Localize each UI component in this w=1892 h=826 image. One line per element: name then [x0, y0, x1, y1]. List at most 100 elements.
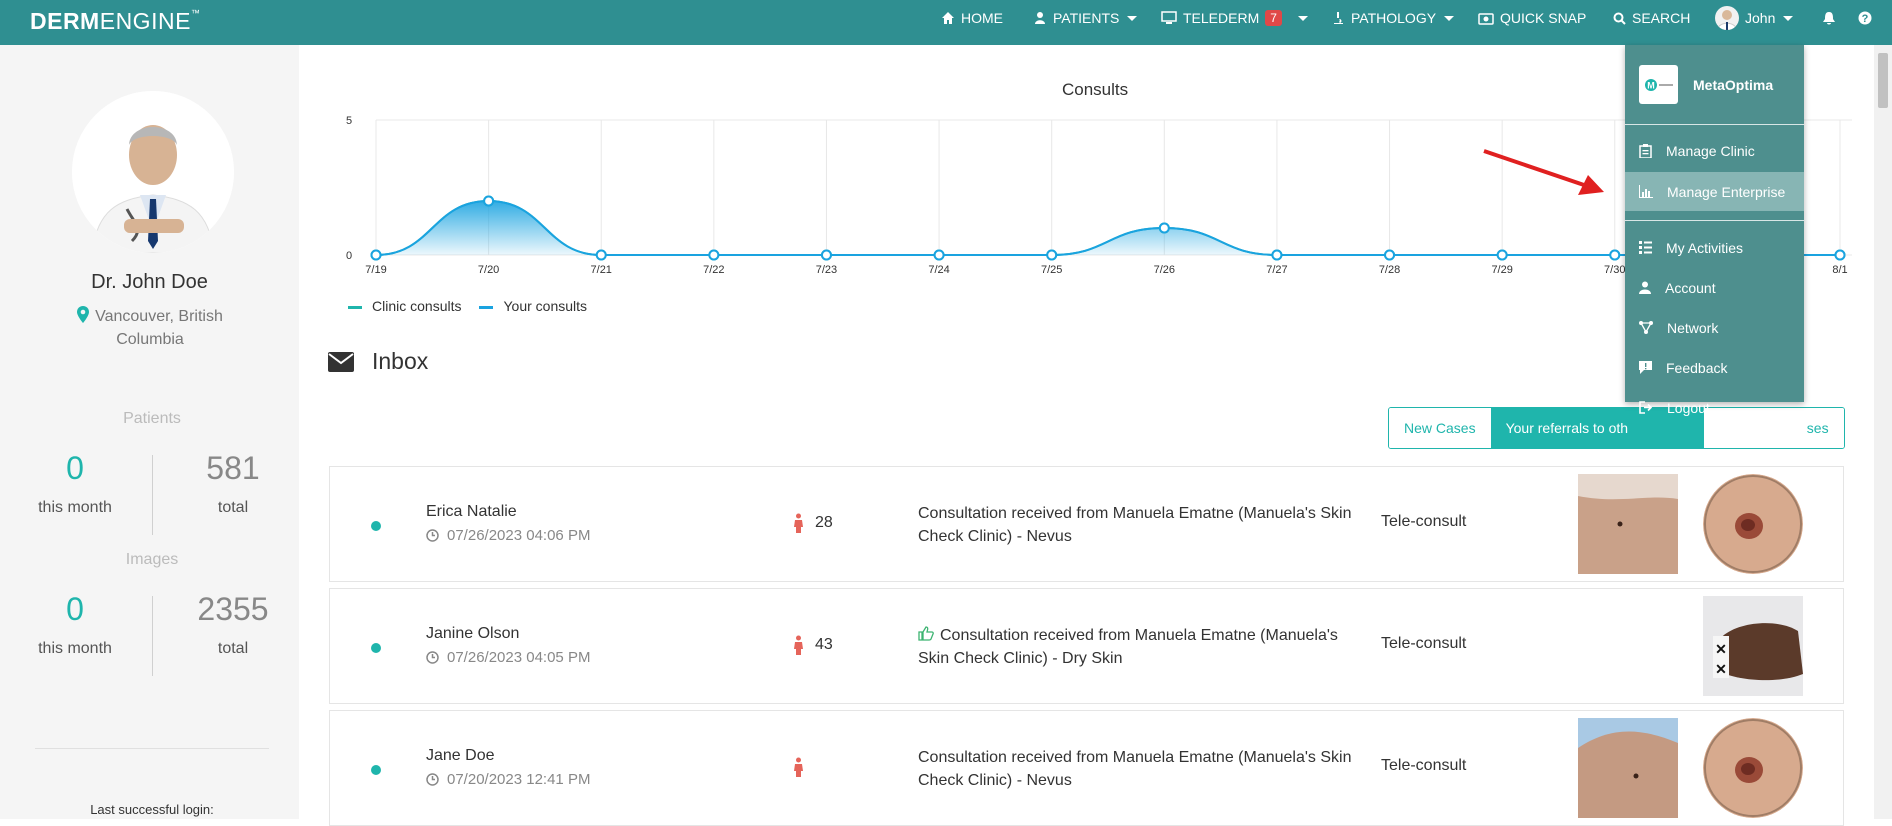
patient-name: Janine Olson	[426, 625, 520, 642]
bell-icon	[1823, 11, 1835, 24]
last-login-label: Last successful login:	[90, 802, 214, 817]
legend-your-consults[interactable]: Your consults	[479, 298, 587, 314]
user-icon	[1639, 281, 1651, 294]
unread-indicator	[371, 643, 381, 653]
data-point[interactable]	[1496, 249, 1508, 261]
nav-telederm[interactable]: TELEDERM 7	[1161, 0, 1308, 36]
clinical-image-thumbnail[interactable]	[1578, 718, 1678, 818]
table-row[interactable]: Janine Olson 07/26/2023 04:05 PM 43 Cons…	[329, 588, 1844, 704]
consult-description: Consultation received from Manuela Ematn…	[918, 626, 1338, 667]
chart-legend: Clinic consults Your consults	[348, 298, 587, 314]
case-date: 07/26/2023 04:06 PM	[426, 527, 590, 544]
patient-age	[794, 757, 815, 777]
menu-item-manage-enterprise[interactable]: Manage Enterprise	[1625, 172, 1804, 211]
data-point[interactable]	[708, 249, 720, 261]
scrollbar-thumb[interactable]	[1878, 53, 1888, 108]
top-navbar: DERMENGINE™ HOME PATIENTS TELEDERM 7 PAT…	[0, 0, 1892, 45]
tab-new-cases[interactable]: New Cases	[1389, 408, 1491, 448]
menu-item-network[interactable]: Network	[1625, 308, 1804, 347]
x-tick-label: 7/23	[816, 264, 837, 276]
nav-home[interactable]: HOME	[941, 0, 1003, 36]
chevron-down-icon	[1783, 15, 1794, 21]
x-tick-label: 7/26	[1154, 264, 1175, 276]
patients-this-month: 0 this month	[38, 450, 112, 516]
menu-item-manage-clinic[interactable]: Manage Clinic	[1625, 131, 1804, 170]
stat-divider	[152, 455, 153, 535]
logout-icon	[1639, 401, 1653, 414]
dermoscopy-image-thumbnail[interactable]	[1703, 474, 1803, 574]
dermengine-logo[interactable]: DERMENGINE™	[30, 8, 200, 35]
unread-indicator	[371, 521, 381, 531]
telederm-icon	[1161, 11, 1177, 24]
page-scrollbar[interactable]	[1874, 45, 1892, 819]
data-point[interactable]	[1834, 249, 1846, 261]
nav-patients[interactable]: PATIENTS	[1033, 0, 1138, 36]
map-pin-icon	[77, 306, 90, 323]
menu-item-my-activities[interactable]: My Activities	[1625, 228, 1804, 267]
clock-icon	[426, 651, 439, 664]
female-icon	[794, 757, 803, 777]
x-tick-label: 7/20	[478, 264, 499, 276]
data-point[interactable]	[1046, 249, 1058, 261]
nav-pathology[interactable]: PATHOLOGY	[1331, 0, 1455, 36]
clinical-image-thumbnail[interactable]: ✕ ✕	[1703, 596, 1803, 696]
doctor-avatar	[72, 91, 234, 253]
data-point[interactable]	[370, 249, 382, 261]
stat-divider	[152, 596, 153, 676]
profile-sidebar: Dr. John Doe Vancouver, British Columbia…	[0, 45, 299, 819]
help-button[interactable]: ?	[1858, 0, 1872, 36]
patient-name: Jane Doe	[426, 747, 495, 764]
y-tick-label: 5	[346, 115, 352, 127]
data-point[interactable]	[820, 249, 832, 261]
menu-item-account[interactable]: Account	[1625, 268, 1804, 307]
data-point[interactable]	[595, 249, 607, 261]
chevron-down-icon	[1127, 15, 1138, 21]
data-point[interactable]	[1384, 249, 1396, 261]
female-icon	[794, 635, 803, 655]
svg-text:M: M	[1647, 80, 1655, 90]
x-tick-label: 7/28	[1379, 264, 1400, 276]
data-point[interactable]	[1158, 222, 1170, 234]
consult-description: Consultation received from Manuela Ematn…	[918, 505, 1352, 545]
chart-title: Consults	[1062, 80, 1129, 99]
thumbs-up-icon	[918, 626, 934, 641]
inbox-heading: Inbox	[328, 348, 428, 375]
legend-clinic-consults[interactable]: Clinic consults	[348, 298, 461, 314]
menu-item-logout[interactable]: Logout	[1625, 388, 1804, 427]
data-point[interactable]	[1271, 249, 1283, 261]
x-tick-label: 7/19	[365, 264, 386, 276]
x-tick-label: 8/1	[1832, 264, 1847, 276]
y-tick-label: 0	[346, 250, 352, 262]
notification-badge: 7	[1265, 10, 1282, 26]
x-tick-label: 7/24	[928, 264, 949, 276]
clock-icon	[426, 529, 439, 542]
nav-search[interactable]: SEARCH	[1613, 0, 1690, 36]
data-point[interactable]	[933, 249, 945, 261]
notifications-bell[interactable]	[1822, 0, 1836, 36]
consult-type: Tele-consult	[1381, 635, 1467, 652]
clipboard-icon	[1639, 143, 1652, 158]
data-point[interactable]	[483, 195, 495, 207]
case-date: 07/20/2023 12:41 PM	[426, 771, 590, 788]
nav-quick-snap[interactable]: QUICK SNAP	[1478, 0, 1586, 36]
table-row[interactable]: Jane Doe 07/20/2023 12:41 PM Consultatio…	[329, 710, 1844, 826]
home-icon	[942, 12, 954, 24]
menu-item-feedback[interactable]: Feedback	[1625, 348, 1804, 387]
network-icon	[1639, 321, 1653, 334]
nav-user-menu[interactable]: John	[1715, 0, 1794, 36]
x-tick-label: 7/25	[1041, 264, 1062, 276]
patient-age: 43	[794, 635, 833, 655]
dermoscopy-image-thumbnail[interactable]	[1703, 718, 1803, 818]
sidebar-divider	[35, 748, 269, 749]
images-section-label: Images	[125, 551, 179, 568]
user-dropdown-menu: M MetaOptima Manage Clinic Manage Enterp…	[1625, 45, 1804, 416]
female-icon	[794, 513, 803, 533]
bar-chart-icon	[1639, 185, 1653, 198]
svg-text:✕: ✕	[1715, 641, 1727, 657]
clinical-image-thumbnail[interactable]	[1578, 474, 1678, 574]
patients-section-label: Patients	[123, 410, 181, 427]
data-point[interactable]	[1609, 249, 1621, 261]
dropdown-org-header: M MetaOptima	[1625, 45, 1804, 124]
table-row[interactable]: Erica Natalie 07/26/2023 04:06 PM 28 Con…	[329, 466, 1844, 582]
unread-indicator	[371, 765, 381, 775]
